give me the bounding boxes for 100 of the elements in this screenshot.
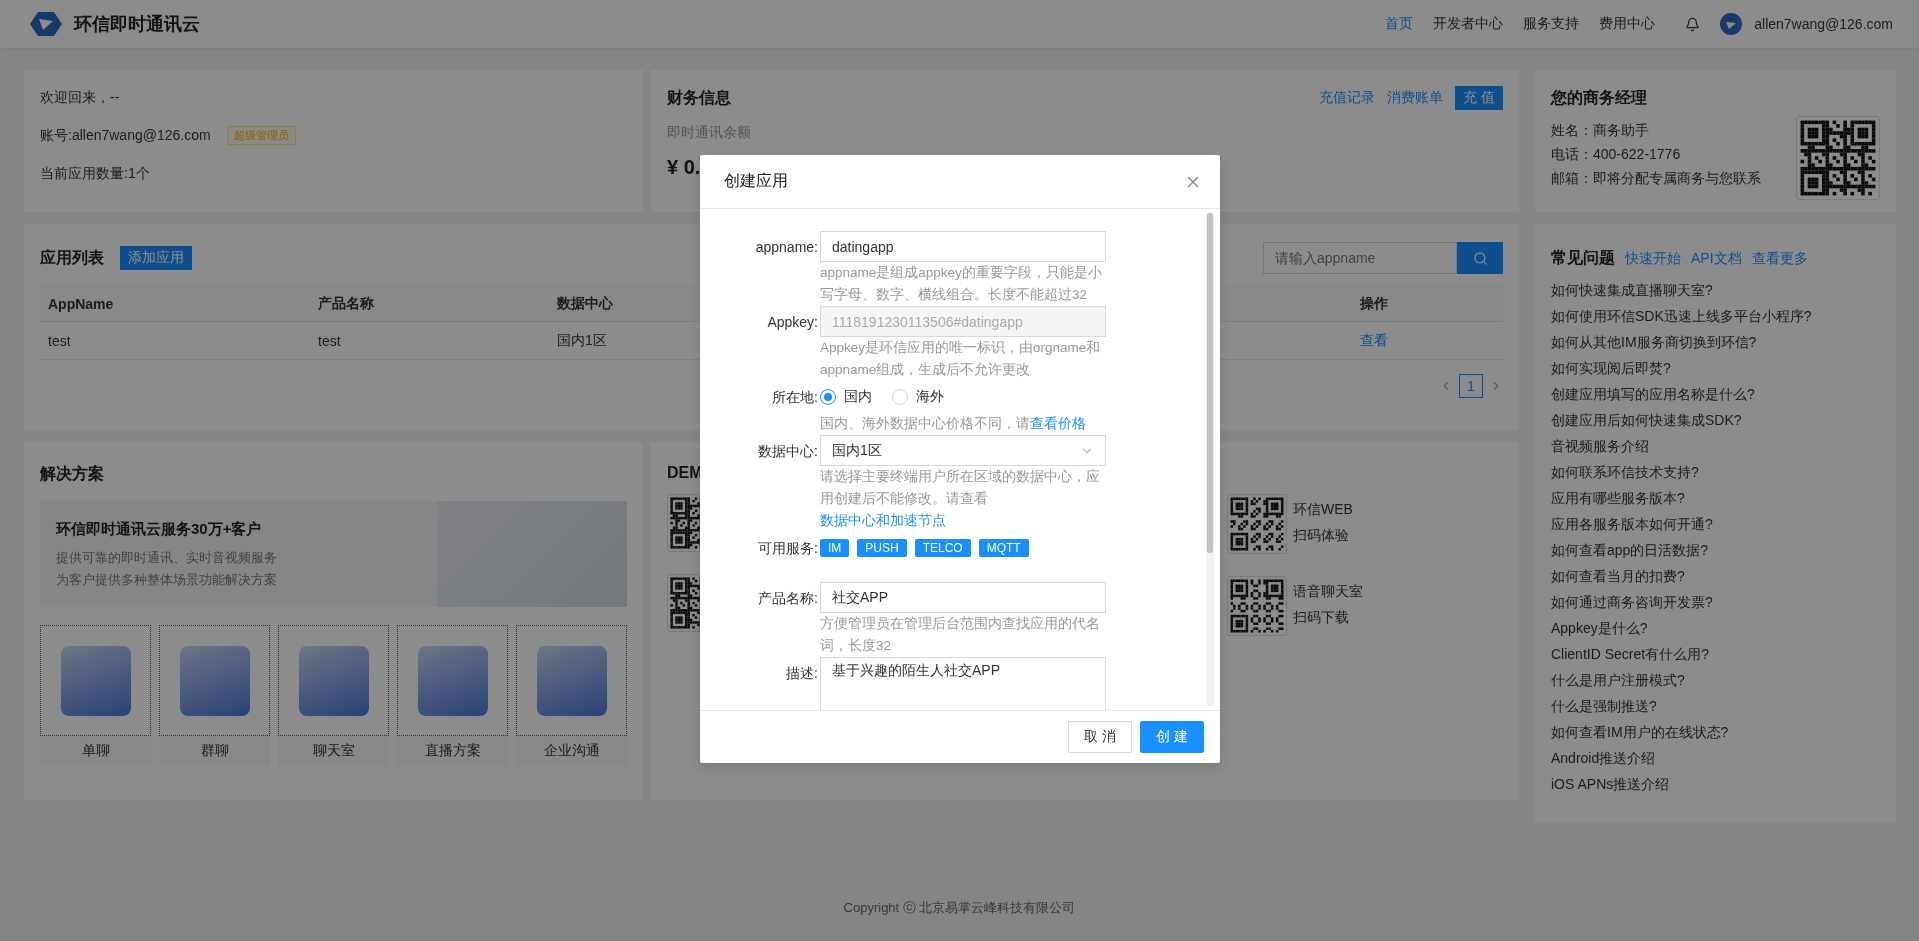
illustration-placeholder: [536, 645, 607, 716]
card-title: 财务信息: [667, 87, 731, 108]
service-tag: MQTT: [978, 539, 1029, 557]
tile-label: 单聊: [40, 736, 151, 766]
card-title: 解决方案: [40, 465, 104, 482]
nav-link[interactable]: 费用中心: [1599, 15, 1656, 33]
nav-link[interactable]: 服务支持: [1523, 15, 1580, 33]
input-field[interactable]: datingapp: [820, 231, 1106, 262]
faq-link[interactable]: 如何查看当月的扣费?: [1551, 563, 1880, 589]
balance-amount: ¥ 0.: [667, 156, 702, 179]
bell-icon[interactable]: [1685, 16, 1701, 32]
solution-tile[interactable]: [159, 625, 270, 736]
field-label: 产品名称:: [757, 589, 818, 608]
select-field[interactable]: 国内1区: [820, 435, 1106, 466]
illustration-placeholder: [179, 645, 250, 716]
logo-text: 环信即时通讯云: [74, 13, 200, 36]
tile-label: 聊天室: [278, 736, 389, 766]
banner-text: 提供可靠的即时通讯、实时音视频服务: [56, 548, 277, 567]
service-tag: PUSH: [857, 539, 907, 557]
faq-link[interactable]: 创建应用后如何快速集成SDK?: [1551, 407, 1880, 433]
table-cell: test: [48, 332, 71, 349]
radio-option[interactable]: 海外: [892, 388, 944, 406]
help-text: appname是组成appkey的重要字段，只能是小写字母、数字、横线组合。长度不能超过32: [820, 264, 1103, 304]
nav-link[interactable]: 开发者中心: [1433, 15, 1504, 33]
illustration-placeholder: [417, 645, 488, 716]
solution-tile[interactable]: [397, 625, 508, 736]
help-text: 请选择主要终端用户所在区域的数据中心，应用创建后不能修改。请查看 数据中心和加速节点: [820, 468, 1101, 530]
qr-code-icon: [1796, 116, 1880, 200]
radio-label: 海外: [916, 388, 944, 406]
table-cell: 国内1区: [557, 331, 607, 350]
faq-link[interactable]: 如何联系环信技术支持?: [1551, 459, 1880, 485]
faq-link[interactable]: 什么是用户注册模式?: [1551, 667, 1880, 693]
description-field[interactable]: 基于兴趣的陌生人社交APP: [820, 657, 1106, 710]
help-text: 国内、海外数据中心价格不同，请查看价格: [820, 415, 1087, 433]
banner-title: 环信即时通讯云服务30万+客户: [56, 519, 263, 539]
tile-label: 群聊: [159, 736, 270, 766]
solution-tile[interactable]: [40, 625, 151, 736]
card-title: 应用列表: [40, 247, 104, 268]
scrollbar-drawing[interactable]: [1206, 213, 1214, 706]
manager-info: 姓名：商务助手: [1551, 121, 1650, 139]
faq-link[interactable]: ClientID Secret有什么用?: [1551, 641, 1880, 667]
faq-link[interactable]: iOS APNs推送介绍: [1551, 771, 1880, 797]
card-title: 您的商务经理: [1551, 88, 1648, 108]
faq-link[interactable]: 音视频服务介绍: [1551, 433, 1880, 459]
faq-link[interactable]: 什么是强制推送?: [1551, 693, 1880, 719]
column-header: AppName: [48, 295, 114, 312]
field-label: 可用服务:: [757, 539, 818, 558]
copyright-text: Copyright ⓒ 北京易掌云峰科技有限公司: [843, 899, 1076, 917]
field-label: 描述:: [785, 664, 818, 683]
table-cell: test: [318, 332, 341, 349]
faq-link[interactable]: Android推送介绍: [1551, 745, 1880, 771]
faq-link[interactable]: 如何快速集成直播聊天室?: [1551, 277, 1880, 303]
demo-action: 扫码下载: [1293, 608, 1350, 627]
faq-link[interactable]: 如何实现阅后即焚?: [1551, 355, 1880, 381]
cancel-button[interactable]: 取 消: [1068, 721, 1133, 753]
user-email[interactable]: allen7wang@126.com: [1754, 16, 1893, 32]
demo-action: 扫码体验: [1293, 526, 1350, 545]
faq-link[interactable]: 如何查看IM用户的在线状态?: [1551, 719, 1880, 745]
solution-tile[interactable]: [278, 625, 389, 736]
faq-link[interactable]: 应用各服务版本如何开通?: [1551, 511, 1880, 537]
search-field[interactable]: 请输入appname: [1263, 242, 1457, 274]
illustration-placeholder: [298, 645, 369, 716]
faq-link[interactable]: 如何通过商务咨询开发票?: [1551, 589, 1880, 615]
field-label: appname:: [754, 238, 818, 257]
search-button[interactable]: [1457, 242, 1503, 274]
column-header: 数据中心: [557, 294, 613, 313]
manager-info: 电话：400-622-1776: [1551, 145, 1682, 163]
search-icon: [1472, 250, 1488, 266]
input-field[interactable]: 社交APP: [820, 582, 1106, 613]
balance-label: 即时通讯余额: [667, 124, 752, 142]
help-link[interactable]: 查看价格: [1030, 416, 1086, 431]
solution-tile[interactable]: [516, 625, 627, 736]
service-tag: TELCO: [914, 539, 971, 557]
radio-label: 国内: [844, 388, 872, 406]
avatar-icon[interactable]: [1720, 13, 1743, 35]
dialog-title: 创建应用: [724, 171, 788, 191]
illustration-placeholder: [60, 645, 131, 716]
card-title: 常见问题: [1551, 248, 1615, 268]
app-count-text: 当前应用数量:1个: [40, 164, 151, 183]
account-text: 账号:allen7wang@126.com: [40, 126, 211, 145]
qr-code-icon: [1227, 576, 1287, 636]
field-label: Appkey:: [766, 313, 818, 332]
tile-label: 企业沟通: [516, 736, 627, 766]
help-text: 方便管理员在管理后台范围内查找应用的代名词，长度32: [820, 615, 1101, 655]
manager-info: 邮箱：即将分配专属商务与您联系: [1551, 169, 1761, 187]
qr-code-icon: [1227, 494, 1287, 554]
help-text: Appkey是环信应用的唯一标识，由orgname和appname组成，生成后不允许更改: [820, 339, 1102, 379]
faq-link[interactable]: Appkey是什么?: [1551, 615, 1880, 641]
radio-option[interactable]: 国内: [820, 388, 872, 406]
create-button[interactable]: 创 建: [1140, 721, 1204, 753]
demo-name: 语音聊天室: [1293, 582, 1363, 601]
field-label: 数据中心:: [757, 442, 818, 461]
service-tag: IM: [820, 539, 850, 557]
faq-link[interactable]: 如何查看app的日活数据?: [1551, 537, 1880, 563]
faq-link[interactable]: 如何使用环信SDK迅速上线多平台小程序?: [1551, 303, 1880, 329]
field-label: 所在地:: [771, 388, 818, 407]
help-link[interactable]: 数据中心和加速节点: [820, 513, 946, 528]
faq-link[interactable]: 创建应用填写的应用名称是什么?: [1551, 381, 1880, 407]
faq-link[interactable]: 如何从其他IM服务商切换到环信?: [1551, 329, 1880, 355]
faq-link[interactable]: 应用有哪些服务版本?: [1551, 485, 1880, 511]
